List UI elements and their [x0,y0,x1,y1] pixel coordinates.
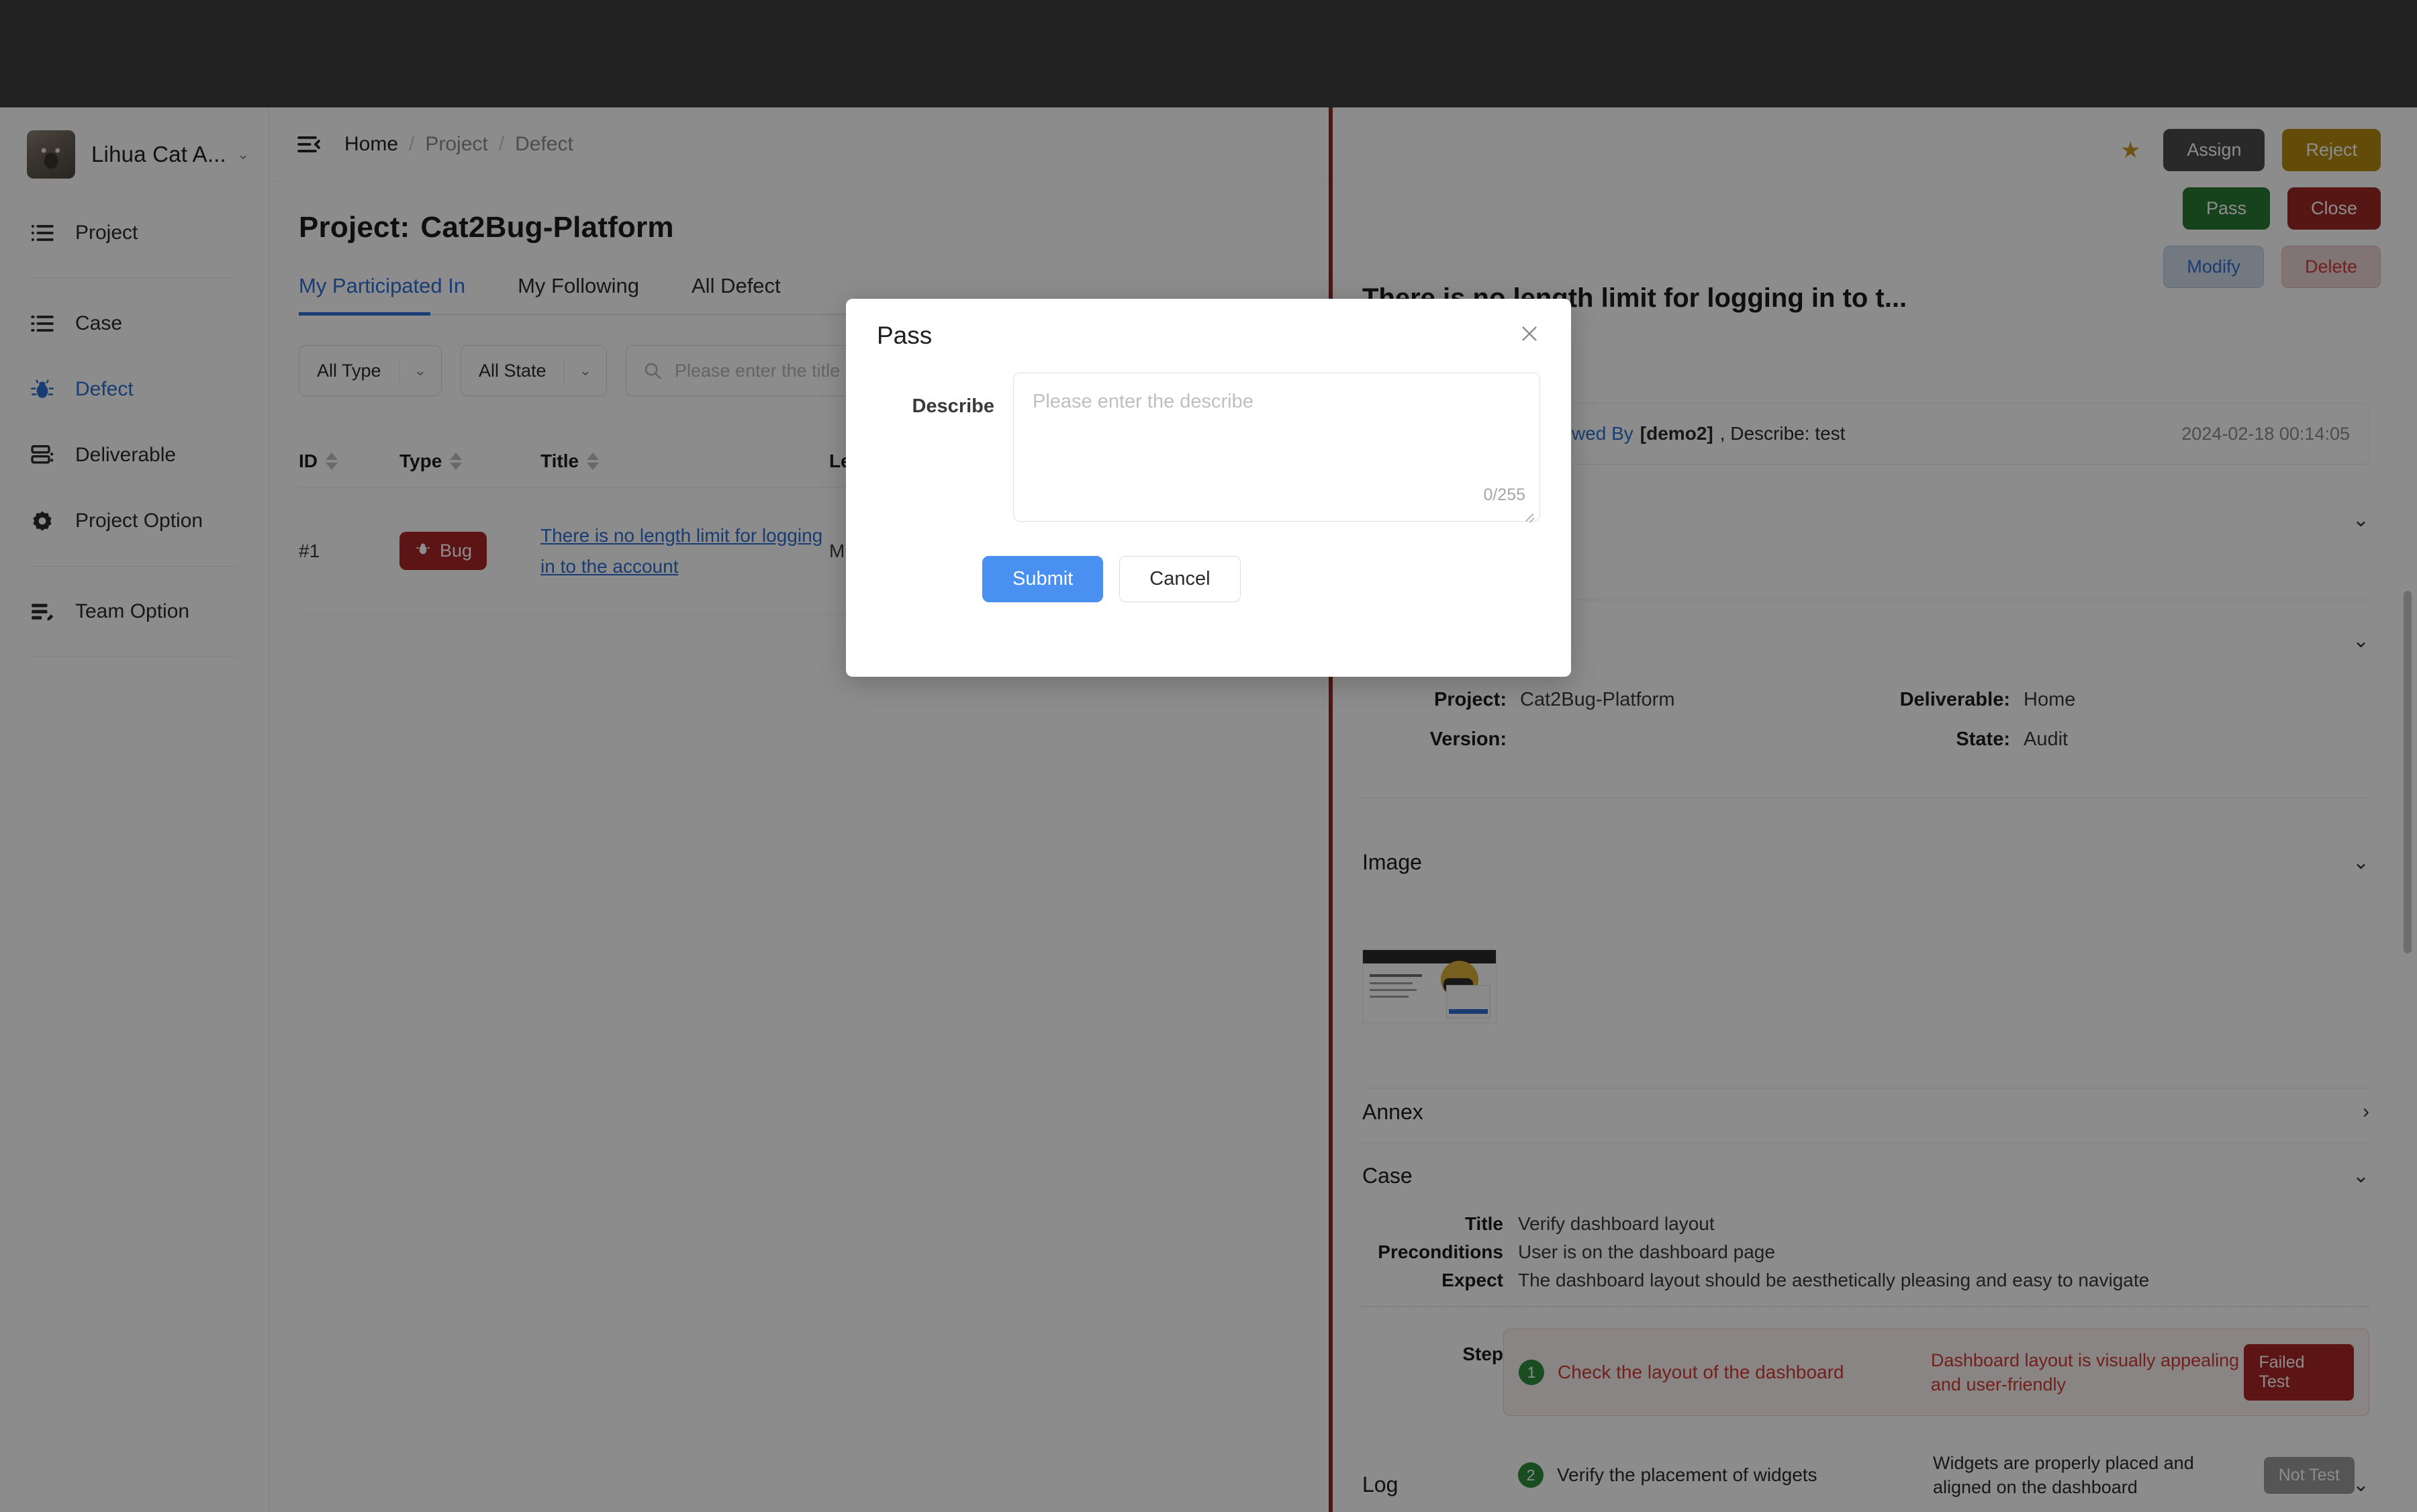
submit-button[interactable]: Submit [982,556,1104,602]
app-viewport: Lihua Cat A... ⌄ Project Case Defect Del… [0,107,2417,1512]
close-icon[interactable] [1519,323,1540,349]
describe-label: Describe [912,395,994,417]
modal-title: Pass [877,322,933,349]
describe-field-wrap: 0/255 [1013,373,1540,525]
modal-actions: Submit Cancel [846,525,1571,602]
describe-textarea[interactable] [1013,373,1540,522]
modal-form: Describe 0/255 [846,373,1571,525]
browser-chrome-bar [0,0,2417,107]
cancel-button[interactable]: Cancel [1119,556,1241,602]
pass-modal: Pass Describe 0/255 Submit Cancel [846,299,1571,677]
modal-header: Pass [846,299,1571,373]
screen-root: Lihua Cat A... ⌄ Project Case Defect Del… [0,0,2417,1512]
resize-handle-icon[interactable] [1523,509,1535,521]
character-counter: 0/255 [1483,485,1525,504]
